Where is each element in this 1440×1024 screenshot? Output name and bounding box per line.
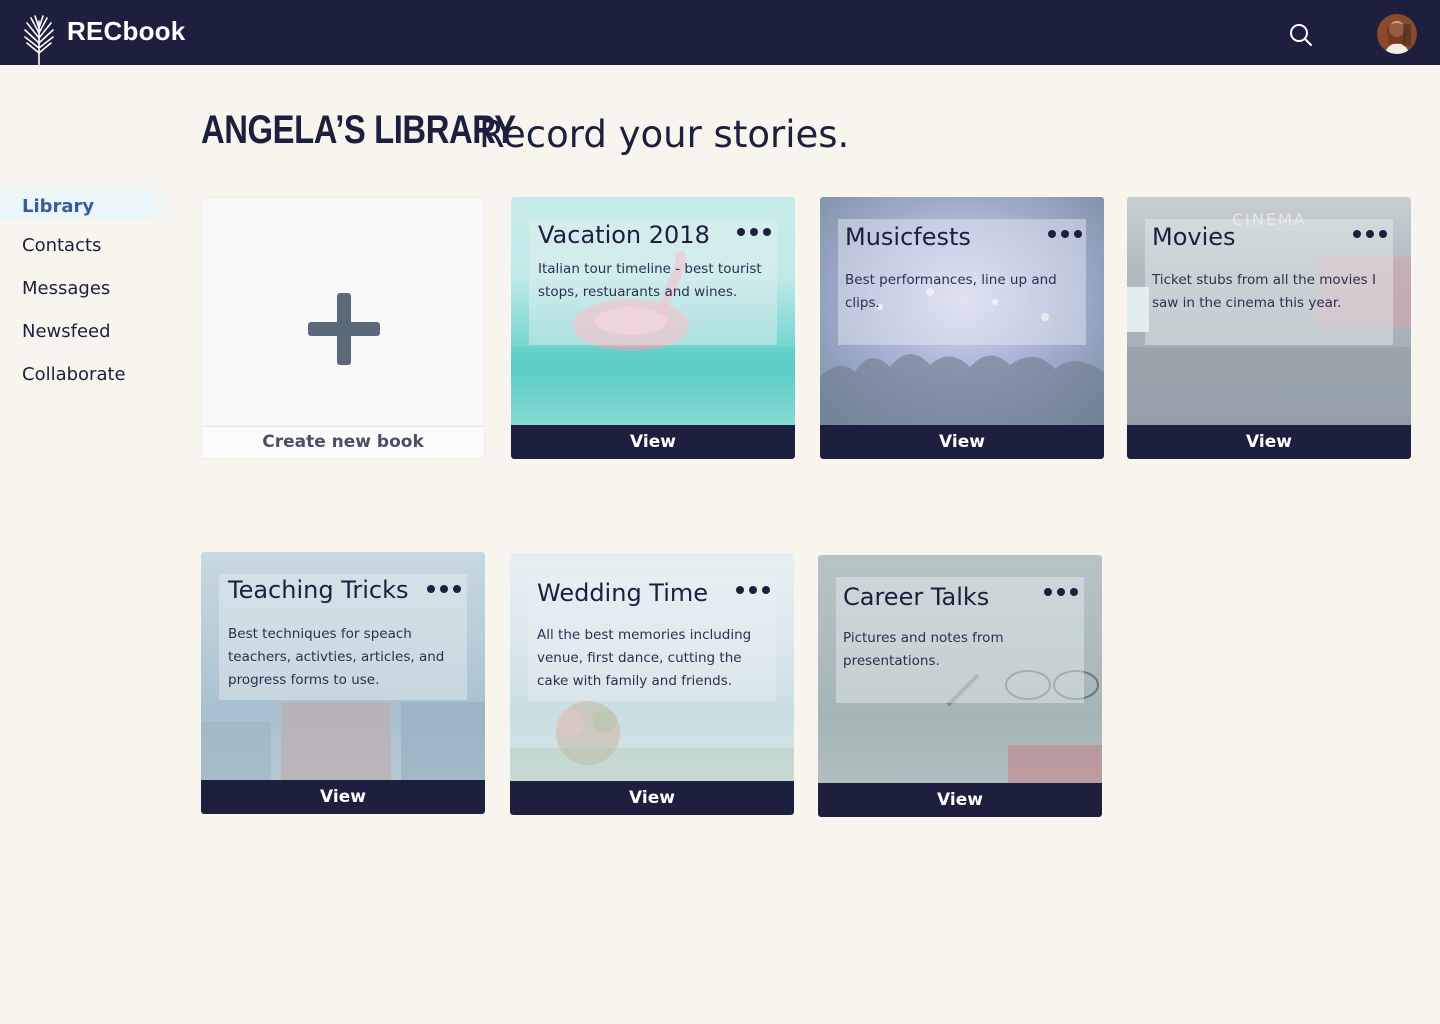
book-title: Career Talks — [843, 583, 990, 611]
plus-icon — [308, 293, 380, 365]
sidebar-item-messages[interactable]: Messages — [0, 271, 175, 314]
book-description: All the best memories including venue, f… — [537, 627, 752, 689]
sidebar-item-library[interactable]: Library — [0, 190, 172, 220]
avatar[interactable] — [1377, 14, 1417, 54]
book-title: Vacation 2018 — [538, 221, 710, 249]
book-description: Ticket stubs from all the movies I saw i… — [1152, 272, 1376, 311]
book-card-vacation: Vacation 2018 Italian tour timeline - be… — [511, 197, 795, 459]
search-icon[interactable] — [1289, 23, 1313, 47]
sidebar-item-contacts[interactable]: Contacts — [0, 228, 175, 271]
book-description: Pictures and notes from presentations. — [843, 630, 1004, 669]
book-title: Movies — [1152, 223, 1236, 251]
more-options-icon[interactable] — [427, 579, 463, 599]
sidebar-item-newsfeed[interactable]: Newsfeed — [0, 314, 175, 357]
sidebar-item-collaborate[interactable]: Collaborate — [0, 357, 175, 400]
book-description: Best performances, line up and clips. — [845, 272, 1057, 311]
more-options-icon[interactable] — [1044, 582, 1080, 602]
create-book-card[interactable]: Create new book — [201, 197, 485, 459]
more-options-icon[interactable] — [1048, 224, 1084, 244]
book-description: Italian tour timeline - best tourist sto… — [538, 261, 762, 300]
view-button[interactable]: View — [820, 425, 1104, 459]
book-title: Musicfests — [845, 223, 971, 251]
book-title: Teaching Tricks — [228, 576, 409, 604]
view-button[interactable]: View — [201, 780, 485, 814]
view-button[interactable]: View — [511, 425, 795, 459]
more-options-icon[interactable] — [736, 580, 772, 600]
more-options-icon[interactable] — [1353, 224, 1389, 244]
brand-name[interactable]: RECbook — [67, 16, 185, 47]
view-button[interactable]: View — [510, 781, 794, 815]
more-options-icon[interactable] — [737, 222, 773, 242]
sidebar: Library Contacts Messages Newsfeed Colla… — [0, 186, 175, 400]
book-card-wedding-time: Wedding Time All the best memories inclu… — [510, 553, 794, 815]
view-button[interactable]: View — [818, 783, 1102, 817]
avatar-photo — [1377, 14, 1417, 54]
page-title: ANGELA’S LIBRARY — [201, 108, 516, 152]
book-card-musicfests: Musicfests Best performances, line up an… — [820, 197, 1104, 459]
book-title: Wedding Time — [537, 579, 709, 607]
palm-leaf-logo-icon — [24, 15, 54, 65]
book-description: Best techniques for speach teachers, act… — [228, 626, 445, 688]
book-card-movies: CINEMA Movies Ticket stubs from all the … — [1127, 197, 1411, 459]
page-subtitle: Record your stories. — [479, 113, 850, 156]
top-bar: RECbook — [0, 0, 1440, 65]
book-card-teaching-tricks: Teaching Tricks Best techniques for spea… — [201, 552, 485, 814]
view-button[interactable]: View — [1127, 425, 1411, 459]
book-card-career-talks: Career Talks Pictures and notes from pre… — [818, 555, 1102, 817]
create-book-label: Create new book — [202, 426, 484, 458]
